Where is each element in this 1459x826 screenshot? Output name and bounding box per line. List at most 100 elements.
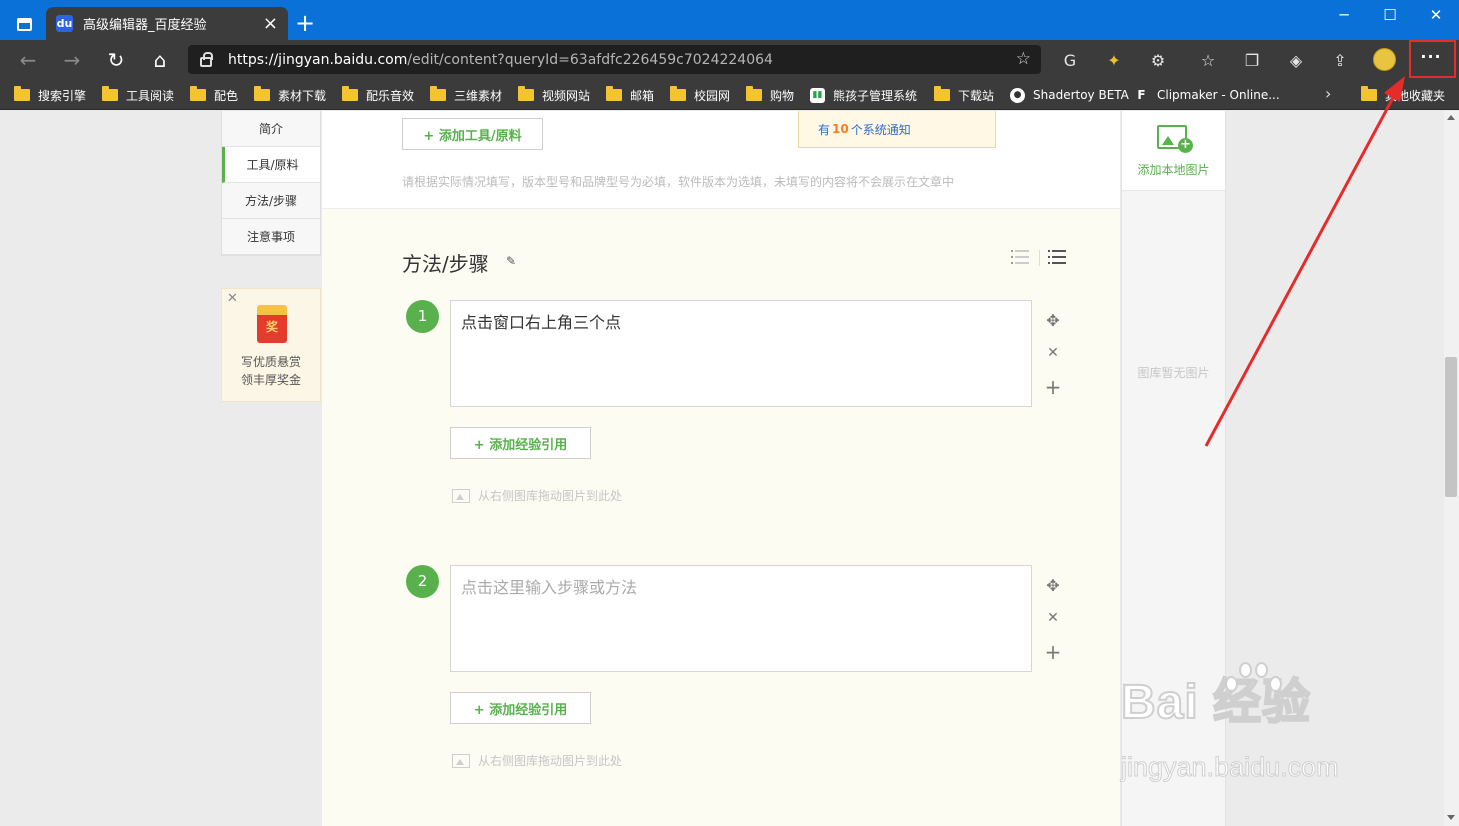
move-icon[interactable]: ✥ xyxy=(1044,576,1062,595)
bookmark-label: 下载站 xyxy=(958,88,995,103)
bookmark-item[interactable]: 校园网 xyxy=(670,84,730,106)
bookmark-item[interactable]: 三维素材 xyxy=(430,84,502,106)
ordered-list-icon[interactable] xyxy=(1011,249,1029,265)
lock-icon xyxy=(200,51,213,67)
bookmark-label: 购物 xyxy=(770,88,795,103)
minimize-button[interactable]: ─ xyxy=(1321,0,1367,30)
side-nav-item-tools[interactable]: 工具/原料 xyxy=(222,147,320,183)
bookmark-item[interactable]: ● Shadertoy BETA xyxy=(1010,84,1129,106)
address-bar[interactable]: https://jingyan.baidu.com/edit/content?q… xyxy=(188,45,1041,74)
reward-line-2: 领丰厚奖金 xyxy=(240,373,301,387)
drag-image-hint: 从右侧图库拖动图片到此处 xyxy=(452,487,622,504)
baidu-favicon-icon: du xyxy=(56,15,73,32)
image-icon xyxy=(452,488,470,503)
divider xyxy=(1039,250,1040,266)
bullet-list-icon[interactable] xyxy=(1048,249,1066,265)
red-envelope-icon: 奖 xyxy=(257,305,287,343)
tab-actions-button[interactable] xyxy=(10,10,38,38)
tab-title: 高级编辑器_百度经验 xyxy=(83,18,207,33)
step-input[interactable]: 点击这里输入步骤或方法 xyxy=(450,565,1032,672)
notice-count: 10 xyxy=(832,122,849,136)
home-button[interactable]: ⌂ xyxy=(144,44,176,76)
extension-icon[interactable]: ✦ xyxy=(1102,48,1126,72)
chevron-right-icon[interactable]: › xyxy=(1325,84,1331,103)
share-icon[interactable]: ⇪ xyxy=(1328,48,1352,72)
extensions-icon[interactable]: ⚙ xyxy=(1146,48,1170,72)
tools-section: + 添加工具/原料 请根据实际情况填写，版本型号和品牌型号为必填，软件版本为选填… xyxy=(322,111,1120,209)
side-nav: 简介 工具/原料 方法/步骤 注意事项 xyxy=(221,111,321,256)
collections-icon[interactable]: ❐ xyxy=(1240,48,1264,72)
sound-wave-icon: ▮▮ xyxy=(810,87,825,103)
scrollbar-thumb[interactable] xyxy=(1445,357,1457,497)
side-nav-item-intro[interactable]: 简介 xyxy=(222,111,320,147)
bookmark-item[interactable]: 工具阅读 xyxy=(102,84,174,106)
maximize-button[interactable]: ☐ xyxy=(1367,0,1413,30)
bookmark-item[interactable]: 视频网站 xyxy=(518,84,590,106)
bookmark-item[interactable]: ▮▮ 熊孩子管理系统 xyxy=(810,84,917,106)
editor-area: + 添加工具/原料 请根据实际情况填写，版本型号和品牌型号为必填，软件版本为选填… xyxy=(322,111,1120,826)
close-icon[interactable]: ✕ xyxy=(227,291,238,306)
add-reference-button[interactable]: + 添加经验引用 xyxy=(450,692,591,724)
add-local-image-button[interactable]: + 添加本地图片 xyxy=(1122,111,1225,191)
bookmark-label: Clipmaker - Online... xyxy=(1157,88,1280,102)
drag-hint-text: 从右侧图库拖动图片到此处 xyxy=(478,489,623,503)
folder-icon xyxy=(342,86,358,101)
new-tab-button[interactable]: + xyxy=(292,11,318,37)
system-notice[interactable]: 有 10 个系统通知 xyxy=(798,111,996,148)
bookmark-item[interactable]: 购物 xyxy=(746,84,794,106)
forward-button[interactable]: → xyxy=(56,44,88,76)
folder-icon xyxy=(670,86,686,101)
bookmark-label: 邮箱 xyxy=(630,88,655,103)
translate-icon[interactable]: G xyxy=(1058,48,1082,72)
add-step-icon[interactable]: + xyxy=(1044,640,1062,664)
add-reference-button[interactable]: + 添加经验引用 xyxy=(450,427,591,459)
drag-image-hint: 从右侧图库拖动图片到此处 xyxy=(452,752,622,769)
side-nav-item-steps[interactable]: 方法/步骤 xyxy=(222,183,320,219)
pencil-icon[interactable]: ✎ xyxy=(506,254,516,268)
side-nav-item-notes[interactable]: 注意事项 xyxy=(222,219,320,255)
folder-icon xyxy=(518,86,534,101)
bookmark-item[interactable]: 配乐音效 xyxy=(342,84,414,106)
bookmark-label: 搜索引擎 xyxy=(38,88,87,103)
bookmark-label: 三维素材 xyxy=(454,88,503,103)
gallery-empty-text: 图库暂无图片 xyxy=(1137,366,1210,380)
back-button[interactable]: ← xyxy=(12,44,44,76)
profile-avatar[interactable] xyxy=(1373,48,1396,71)
bookmark-item[interactable]: 下载站 xyxy=(934,84,994,106)
step-input[interactable]: 点击窗口右上角三个点 xyxy=(450,300,1032,407)
bookmark-item[interactable]: F Clipmaker - Online... xyxy=(1134,84,1280,106)
bookmark-item[interactable]: 邮箱 xyxy=(606,84,654,106)
folder-icon xyxy=(254,86,270,101)
page-scrollbar[interactable] xyxy=(1444,111,1459,826)
favorites-icon[interactable]: ☆ xyxy=(1196,48,1220,72)
bookmark-label: Shadertoy BETA xyxy=(1033,88,1129,102)
folder-icon xyxy=(14,86,30,101)
folder-icon xyxy=(430,86,446,101)
clipmaker-icon: F xyxy=(1137,88,1146,102)
plus-icon: + xyxy=(1178,138,1193,153)
scroll-down-icon[interactable] xyxy=(1447,815,1455,820)
tab-close-icon[interactable]: × xyxy=(263,14,278,33)
browser-tab[interactable]: du 高级编辑器_百度经验 × xyxy=(46,7,288,40)
image-gallery: + 添加本地图片 图库暂无图片 xyxy=(1121,111,1226,826)
scroll-up-icon[interactable] xyxy=(1447,115,1455,120)
add-step-icon[interactable]: + xyxy=(1044,375,1062,399)
step-number: 2 xyxy=(406,565,439,598)
add-favorite-icon[interactable]: ☆ xyxy=(1016,49,1031,69)
bookmark-item[interactable]: 配色 xyxy=(190,84,238,106)
move-icon[interactable]: ✥ xyxy=(1044,311,1062,330)
performance-icon[interactable]: ◈ xyxy=(1284,48,1308,72)
bookmark-label: 视频网站 xyxy=(542,88,591,103)
reward-banner[interactable]: ✕ 奖 写优质悬赏 领丰厚奖金 xyxy=(221,288,321,402)
refresh-button[interactable]: ↻ xyxy=(100,44,132,76)
bookmark-item[interactable]: 搜索引擎 xyxy=(14,84,86,106)
delete-step-icon[interactable]: ✕ xyxy=(1044,610,1062,626)
add-tool-button[interactable]: + 添加工具/原料 xyxy=(402,118,543,150)
tools-hint: 请根据实际情况填写，版本型号和品牌型号为必填，软件版本为选填，未填写的内容将不会… xyxy=(402,175,955,189)
delete-step-icon[interactable]: ✕ xyxy=(1044,345,1062,361)
page-content: 简介 工具/原料 方法/步骤 注意事项 ✕ 奖 写优质悬赏 领丰厚奖金 + 添加… xyxy=(0,111,1444,826)
title-bar: du 高级编辑器_百度经验 × + ─ ☐ ✕ xyxy=(0,0,1459,40)
other-bookmarks[interactable]: 其他收藏夹 xyxy=(1361,84,1445,106)
bookmark-item[interactable]: 素材下载 xyxy=(254,84,326,106)
close-window-button[interactable]: ✕ xyxy=(1413,0,1459,30)
